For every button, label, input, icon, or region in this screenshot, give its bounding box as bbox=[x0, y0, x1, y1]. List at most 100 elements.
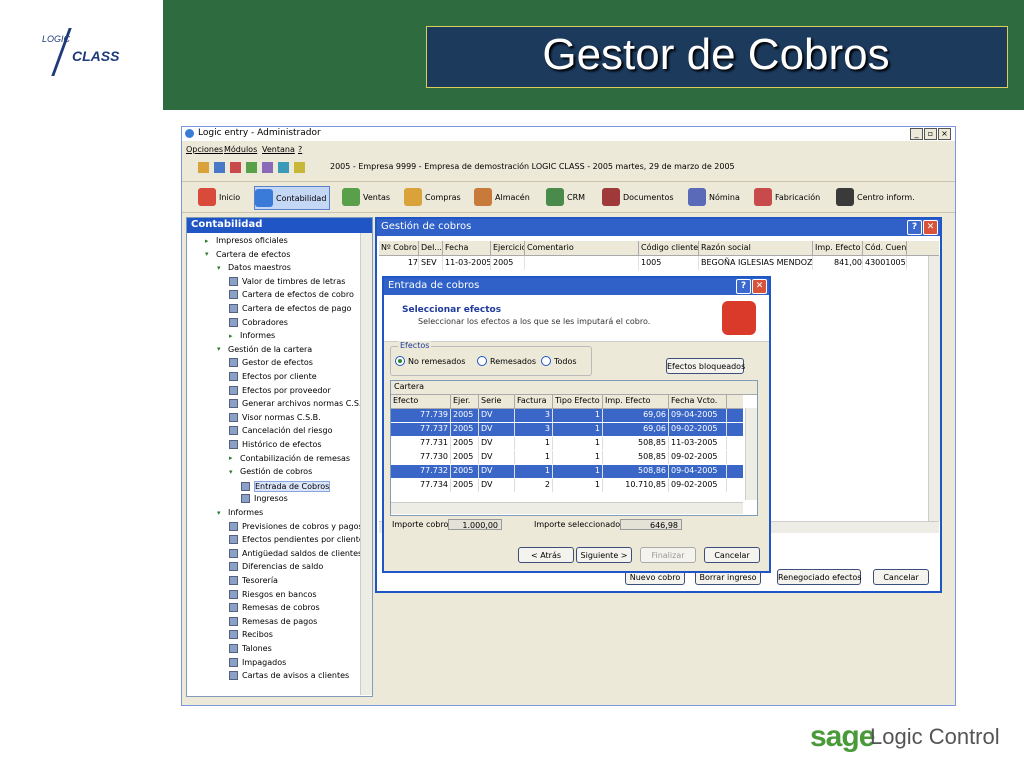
clock-icon[interactable] bbox=[230, 162, 241, 173]
column-header[interactable]: Cód. Cuent bbox=[863, 241, 907, 255]
sidebar-item[interactable]: Riesgos en bancos bbox=[229, 589, 317, 599]
sidebar-item[interactable]: ▸ Contabilización de remesas bbox=[229, 454, 350, 463]
radio-todos[interactable]: Todos bbox=[541, 356, 577, 366]
sidebar-item[interactable]: Previsiones de cobros y pagos bbox=[229, 521, 363, 531]
module-centro-inform[interactable]: Centro inform. bbox=[836, 186, 915, 208]
column-header[interactable]: Código cliente bbox=[639, 241, 699, 255]
column-header[interactable]: Del... bbox=[419, 241, 443, 255]
column-header[interactable]: Tipo Efecto bbox=[553, 395, 603, 408]
restore-button[interactable]: ▫ bbox=[924, 128, 937, 140]
sidebar-item[interactable]: Valor de timbres de letras bbox=[229, 276, 345, 286]
module-contabilidad[interactable]: Contabilidad bbox=[254, 186, 331, 210]
sidebar-item[interactable]: ▾ Gestión de la cartera bbox=[217, 345, 312, 354]
sidebar-item[interactable]: Entrada de Cobros bbox=[241, 480, 331, 492]
radio-remesados[interactable]: Remesados bbox=[477, 356, 536, 366]
tools-icon[interactable] bbox=[246, 162, 257, 173]
column-header[interactable]: Imp. Efecto bbox=[603, 395, 669, 408]
sidebar-item[interactable]: Antigüedad saldos de clientes bbox=[229, 548, 362, 558]
sidebar-item[interactable]: Visor normas C.S.B. bbox=[229, 412, 321, 422]
table-row[interactable]: 77.737 2005 DV 3 1 69,06 09-02-2005 bbox=[391, 423, 743, 436]
table-row[interactable]: 77.734 2005 DV 2 1 10.710,85 09-02-2005 bbox=[391, 479, 743, 492]
table-row[interactable]: 77.732 2005 DV 1 1 508,86 09-04-2005 bbox=[391, 465, 743, 478]
module-compras[interactable]: Compras bbox=[404, 186, 461, 208]
atras-button[interactable]: < Atrás bbox=[518, 547, 574, 563]
sidebar-item[interactable]: Cartera de efectos de pago bbox=[229, 304, 351, 313]
sidebar-item[interactable]: ▸ Informes bbox=[229, 331, 275, 340]
gestion-vscroll[interactable] bbox=[928, 256, 940, 521]
sidebar-item[interactable]: Tesorería bbox=[229, 576, 278, 585]
column-header[interactable]: Fecha bbox=[443, 241, 491, 255]
table-row[interactable]: 77.730 2005 DV 1 1 508,85 09-02-2005 bbox=[391, 451, 743, 464]
finalizar-button[interactable]: Finalizar bbox=[640, 547, 696, 563]
cartera-vscroll[interactable] bbox=[745, 408, 757, 500]
sidebar-item[interactable]: Remesas de cobros bbox=[229, 603, 320, 613]
star-icon[interactable] bbox=[294, 162, 305, 173]
table-row[interactable]: 77.739 2005 DV 3 1 69,06 09-04-2005 bbox=[391, 409, 743, 422]
sidebar-item[interactable]: Cartas de avisos a clientes bbox=[229, 671, 349, 681]
menu-modulos[interactable]: Módulos bbox=[224, 145, 257, 154]
sidebar-scrollbar[interactable] bbox=[360, 233, 372, 695]
sidebar-item[interactable]: ▸ Impresos oficiales bbox=[205, 236, 288, 245]
money-icon[interactable] bbox=[198, 162, 209, 173]
siguiente-button[interactable]: Siguiente > bbox=[576, 547, 632, 563]
sidebar-item[interactable]: Gestor de efectos bbox=[229, 358, 313, 368]
module-inicio[interactable]: Inicio bbox=[198, 186, 240, 208]
calc-icon[interactable] bbox=[214, 162, 225, 173]
cancelar-gestion-button[interactable]: Cancelar bbox=[873, 569, 929, 585]
importe-cobro-field[interactable]: 1.000,00 bbox=[448, 519, 502, 530]
sidebar-item[interactable]: Impagados bbox=[229, 657, 286, 667]
cancelar-dialog-button[interactable]: Cancelar bbox=[704, 547, 760, 563]
sidebar-item[interactable]: Remesas de pagos bbox=[229, 616, 317, 626]
module-ventas[interactable]: Ventas bbox=[342, 186, 390, 208]
sidebar-item[interactable]: Cancelación del riesgo bbox=[229, 426, 332, 436]
calendar-icon[interactable] bbox=[278, 162, 289, 173]
sidebar-item[interactable]: Diferencias de saldo bbox=[229, 562, 323, 572]
sidebar-item[interactable]: ▾ Datos maestros bbox=[217, 263, 291, 272]
renegociado-efectos-button[interactable]: Renegociado efectos bbox=[777, 569, 861, 585]
table-row[interactable]: 17 SEV 11-03-2005 2005 1005 BEGOÑA IGLESIAS M… bbox=[379, 256, 939, 270]
sidebar-item[interactable]: Cobradores bbox=[229, 317, 288, 327]
sidebar-item[interactable]: Efectos por cliente bbox=[229, 372, 317, 381]
sidebar-item[interactable]: ▾ Gestión de cobros bbox=[229, 467, 312, 476]
menu-help[interactable]: ? bbox=[298, 145, 302, 154]
sidebar-item[interactable]: Cartera de efectos de cobro bbox=[229, 290, 354, 300]
column-header[interactable]: Ejer. bbox=[451, 395, 479, 408]
help-button[interactable]: ? bbox=[907, 220, 922, 235]
table-row[interactable]: 77.731 2005 DV 1 1 508,85 11-03-2005 bbox=[391, 437, 743, 450]
sidebar-item[interactable]: Generar archivos normas C.S.B. bbox=[229, 399, 369, 409]
module-fabricacion[interactable]: Fabricación bbox=[754, 186, 820, 208]
column-header[interactable]: Factura bbox=[515, 395, 553, 408]
module-crm[interactable]: CRM bbox=[546, 186, 585, 208]
close-button[interactable]: × bbox=[938, 128, 951, 140]
column-header[interactable]: Efecto bbox=[391, 395, 451, 408]
sidebar-item[interactable]: Efectos pendientes por cliente bbox=[229, 535, 364, 545]
sidebar-item[interactable]: ▾ Cartera de efectos bbox=[205, 250, 290, 259]
column-header[interactable]: Serie bbox=[479, 395, 515, 408]
sidebar-item[interactable]: Recibos bbox=[229, 630, 273, 640]
sidebar-item[interactable]: Ingresos bbox=[241, 494, 288, 504]
column-header[interactable]: Ejercicio bbox=[491, 241, 525, 255]
sidebar-item[interactable]: Histórico de efectos bbox=[229, 440, 322, 449]
factory-icon bbox=[754, 188, 772, 206]
module-almacen[interactable]: Almacén bbox=[474, 186, 530, 208]
cartera-hscroll[interactable] bbox=[391, 502, 743, 514]
efectos-bloqueados-button[interactable]: Efectos bloqueados bbox=[666, 358, 745, 374]
dialog-help-button[interactable]: ? bbox=[736, 279, 751, 294]
column-header[interactable]: Fecha Vcto. bbox=[669, 395, 727, 408]
sidebar-item[interactable]: ▾ Informes bbox=[217, 508, 263, 517]
menu-ventana[interactable]: Ventana bbox=[262, 145, 295, 154]
sidebar-item[interactable]: Efectos por proveedor bbox=[229, 385, 331, 395]
column-header[interactable]: Imp. Efecto bbox=[813, 241, 863, 255]
column-header[interactable]: Comentario bbox=[525, 241, 639, 255]
column-header[interactable]: Razón social bbox=[699, 241, 813, 255]
column-header[interactable]: Nº Cobro bbox=[379, 241, 419, 255]
report-icon[interactable] bbox=[262, 162, 273, 173]
module-nomina[interactable]: Nómina bbox=[688, 186, 740, 208]
close-panel-button[interactable]: ✕ bbox=[923, 220, 938, 235]
radio-no-remesados[interactable]: No remesados bbox=[395, 356, 465, 366]
dialog-close-button[interactable]: ✕ bbox=[752, 279, 767, 294]
sidebar-item[interactable]: Talones bbox=[229, 644, 272, 653]
module-documentos[interactable]: Documentos bbox=[602, 186, 674, 208]
minimize-button[interactable]: _ bbox=[910, 128, 923, 140]
menu-opciones[interactable]: Opciones bbox=[186, 145, 223, 154]
